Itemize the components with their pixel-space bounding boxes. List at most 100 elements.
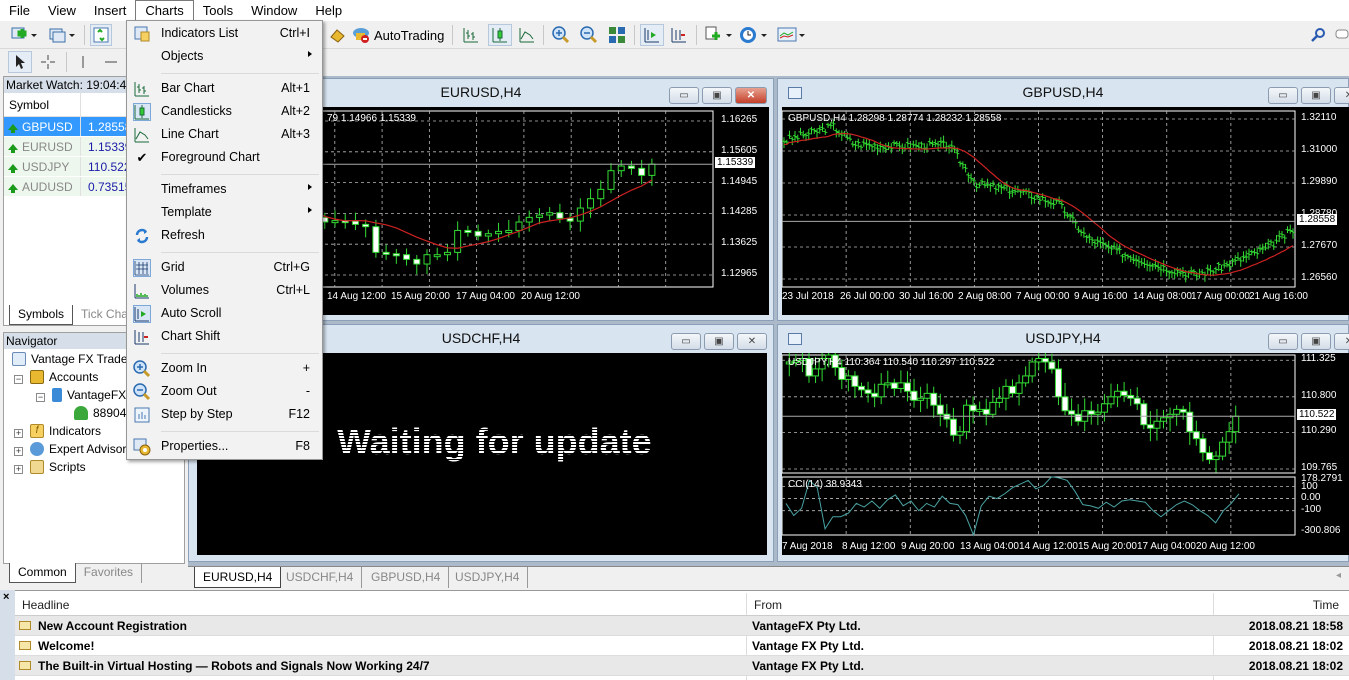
menu-item-bar-chart[interactable]: Bar Chart Alt+1: [127, 78, 322, 100]
nav-root[interactable]: Vantage FX Trader: [12, 352, 132, 366]
close-button[interactable]: ✕: [1334, 333, 1349, 350]
menu-item-chart-shift[interactable]: Chart Shift: [127, 326, 322, 348]
tile-windows-button[interactable]: [605, 24, 629, 46]
column-headline[interactable]: Headline: [22, 593, 69, 617]
column-from[interactable]: From: [754, 593, 782, 617]
tab-favorites[interactable]: Favorites: [76, 563, 143, 583]
new-chart-button[interactable]: [8, 24, 40, 46]
menu-item-objects[interactable]: Objects: [127, 46, 322, 68]
news-row[interactable]: The Built-in Virtual Hosting — Robots an…: [15, 656, 1349, 676]
window-tab-eurusd[interactable]: EURUSD,H4: [194, 567, 282, 588]
indicators-button[interactable]: [703, 24, 735, 46]
minimize-button[interactable]: ▭: [1268, 333, 1298, 350]
expand-icon[interactable]: +: [14, 447, 23, 456]
chart-workspace: EURUSD,H4 ▭ ▣ ✕ 79 1.14966 1.15339 1.162…: [188, 76, 1349, 566]
menu-item-auto-scroll[interactable]: Auto Scroll: [127, 303, 322, 325]
menu-view[interactable]: View: [39, 0, 85, 21]
zoom-in-button[interactable]: [549, 24, 573, 46]
window-tab-usdchf[interactable]: USDCHF,H4: [278, 567, 363, 588]
column-symbol[interactable]: Symbol: [4, 93, 81, 116]
bar-chart-button[interactable]: [460, 24, 482, 46]
maximize-button[interactable]: ▣: [1301, 333, 1331, 350]
close-button[interactable]: ✕: [737, 333, 767, 350]
chat-button[interactable]: [1334, 24, 1349, 46]
price-axis-label: 1.14945: [721, 175, 758, 187]
tab-common[interactable]: Common: [9, 563, 76, 583]
menu-window[interactable]: Window: [242, 0, 306, 21]
periods-button[interactable]: [738, 24, 770, 46]
terminal-button[interactable]: [326, 24, 348, 46]
menu-item-candlesticks[interactable]: Candlesticks Alt+2: [127, 101, 322, 123]
news-row[interactable]: New Account Registration VantageFX Pty L…: [15, 616, 1349, 636]
menu-item-template[interactable]: Template: [127, 202, 322, 224]
menu-item-step-by-step[interactable]: Step by Step F12: [127, 404, 322, 426]
menu-item-properties[interactable]: Properties... F8: [127, 436, 322, 458]
menu-item-refresh[interactable]: Refresh: [127, 225, 322, 247]
minimize-button[interactable]: ▭: [1268, 87, 1298, 104]
price-axis-label: 110.290: [1301, 425, 1337, 437]
horizontal-line-button[interactable]: [100, 51, 122, 73]
menu-item-zoom-out[interactable]: Zoom Out -: [127, 381, 322, 403]
tab-symbols[interactable]: Symbols: [9, 305, 74, 325]
maximize-button[interactable]: ▣: [702, 87, 732, 104]
menu-item-zoom-in[interactable]: Zoom In +: [127, 358, 322, 380]
maximize-button[interactable]: ▣: [1301, 87, 1331, 104]
menu-item-grid[interactable]: Grid Ctrl+G: [127, 257, 322, 279]
collapse-icon[interactable]: −: [14, 375, 23, 384]
candle: [1153, 420, 1161, 429]
auto-scroll-button[interactable]: [640, 24, 664, 46]
minimize-button[interactable]: ▭: [669, 87, 699, 104]
nav-accounts[interactable]: Accounts: [30, 370, 98, 384]
nav-indicators[interactable]: f Indicators: [30, 424, 101, 438]
candle: [443, 251, 451, 256]
candle: [1179, 408, 1187, 413]
expand-icon[interactable]: +: [14, 465, 23, 474]
profiles-button[interactable]: [46, 24, 78, 46]
menu-help[interactable]: Help: [306, 0, 351, 21]
nav-expert-advisors[interactable]: Expert Advisors: [30, 442, 132, 456]
menu-file[interactable]: File: [0, 0, 39, 21]
menu-item-indicators-list[interactable]: Indicators List Ctrl+I: [127, 23, 322, 45]
menu-item-foreground-chart[interactable]: ✔ Foreground Chart: [127, 147, 322, 169]
autotrading-button[interactable]: AutoTrading: [352, 24, 446, 46]
chart-shift-button[interactable]: [668, 24, 690, 46]
candlesticks-button[interactable]: [488, 24, 512, 46]
window-tab-gbpusd[interactable]: GBPUSD,H4: [363, 567, 450, 588]
scroll-left-icon[interactable]: ◂: [1336, 570, 1341, 581]
nav-scripts[interactable]: Scripts: [30, 460, 86, 474]
time-axis-label: 15 Aug 20:00: [391, 291, 450, 302]
chart-canvas[interactable]: GBPUSD,H4 1.28298 1.28774 1.28232 1.2855…: [782, 107, 1349, 315]
vertical-line-button[interactable]: [72, 51, 94, 73]
nav-account[interactable]: 889047: [74, 406, 133, 420]
column-time[interactable]: Time: [1313, 593, 1339, 617]
nav-server[interactable]: VantageFX: [52, 388, 126, 402]
menu-tools[interactable]: Tools: [194, 0, 242, 21]
expand-icon[interactable]: +: [14, 429, 23, 438]
cursor-button[interactable]: [8, 51, 32, 73]
refresh-icon: [133, 227, 151, 245]
close-button[interactable]: ✕: [735, 87, 767, 104]
maximize-button[interactable]: ▣: [704, 333, 734, 350]
search-button[interactable]: [1308, 24, 1328, 46]
candle: [1192, 431, 1200, 440]
line-chart-button[interactable]: [516, 24, 538, 46]
menu-insert[interactable]: Insert: [85, 0, 136, 21]
crosshair-button[interactable]: [36, 51, 60, 73]
menu-item-volumes[interactable]: Volumes Ctrl+L: [127, 280, 322, 302]
templates-button[interactable]: [776, 24, 808, 46]
menu-charts[interactable]: Charts: [135, 0, 194, 21]
menu-item-timeframes[interactable]: Timeframes: [127, 179, 322, 201]
time-axis-label: 9 Aug 20:00: [901, 541, 955, 552]
menu-item-line-chart[interactable]: Line Chart Alt+3: [127, 124, 322, 146]
zoom-out-button[interactable]: [577, 24, 601, 46]
candle: [484, 233, 492, 237]
ohlc-label: 79 1.14966 1.15339: [327, 113, 416, 124]
chart-canvas[interactable]: USDJPY,H4 110.364 110.540 110.297 110.52…: [782, 353, 1349, 555]
collapse-icon[interactable]: −: [36, 393, 45, 402]
market-watch-button[interactable]: [90, 24, 112, 46]
close-button[interactable]: ✕: [1334, 87, 1349, 104]
close-terminal-icon[interactable]: ×: [3, 591, 9, 603]
minimize-button[interactable]: ▭: [671, 333, 701, 350]
news-row[interactable]: Welcome! Vantage FX Pty Ltd. 2018.08.21 …: [15, 636, 1349, 656]
window-tab-usdjpy[interactable]: USDJPY,H4: [447, 567, 529, 588]
